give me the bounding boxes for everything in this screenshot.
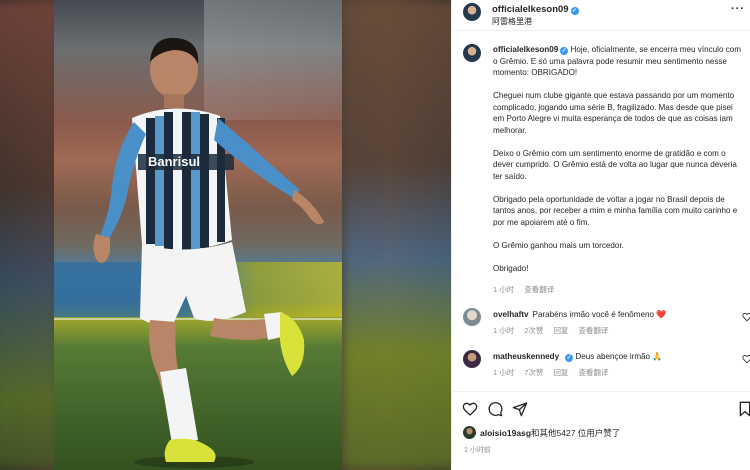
comment-likes[interactable]: 7次赞 xyxy=(524,368,543,377)
action-bar xyxy=(452,393,750,423)
caption-paragraph-5: O Grêmio ganhou mais um torcedor. xyxy=(493,240,624,250)
caption-meta: 1 小时 查看翻译 xyxy=(493,284,564,295)
post-photo: Banrisul xyxy=(54,0,342,470)
comment-time: 1 小时 xyxy=(493,368,515,377)
owner-username-row[interactable]: officialelkeson09 ✓ xyxy=(492,4,579,15)
caption-avatar[interactable] xyxy=(463,44,481,62)
post-panel: officialelkeson09 ✓ 阿雷格里港 ··· officialelk… xyxy=(451,0,750,470)
liker-username[interactable]: aloisio19asg xyxy=(480,428,531,438)
caption-paragraph-1: officialelkeson09 ✓ Hoje, oficialmente, s… xyxy=(493,44,745,79)
liker-avatar[interactable] xyxy=(463,426,476,439)
comment-avatar[interactable] xyxy=(463,350,481,368)
comment-likes[interactable]: 2次赞 xyxy=(524,326,543,335)
comment-text: Parabéns irmão você é fenômeno xyxy=(532,310,655,319)
comment-row: matheuskennedy ✓ Deus abençoe irmão 🙏 xyxy=(493,351,662,362)
heart-emoji: ❤️ xyxy=(656,310,667,319)
media-blur-right xyxy=(342,0,451,470)
bookmark-icon[interactable] xyxy=(737,401,750,417)
caption-paragraph-4: Obrigado pela oportunidade de voltar a j… xyxy=(493,194,738,227)
owner-avatar[interactable] xyxy=(463,3,481,21)
caption-see-translation[interactable]: 查看翻译 xyxy=(524,285,554,294)
comments-scroll-area[interactable]: officialelkeson09 ✓ Hoje, oficialmente, s… xyxy=(452,32,750,391)
comment-avatar[interactable] xyxy=(463,308,481,326)
caption-paragraph-6: Obrigado! xyxy=(493,263,529,273)
comment-meta: 1 小时 2次赞 回复 查看翻译 xyxy=(493,325,618,336)
football-player-figure: Banrisul xyxy=(93,37,324,468)
share-icon[interactable] xyxy=(512,401,528,417)
caption-username[interactable]: officialelkeson09 xyxy=(493,45,558,54)
comment-icon[interactable] xyxy=(487,401,503,417)
pray-emoji: 🙏 xyxy=(652,352,663,361)
media-blur-left xyxy=(0,0,60,470)
svg-text:Banrisul: Banrisul xyxy=(148,154,200,169)
post-media[interactable]: Banrisul xyxy=(0,0,451,470)
caption-paragraph-2: Cheguei num clube gigante que estava pas… xyxy=(493,91,735,135)
caption-verified-badge-icon: ✓ xyxy=(560,47,569,55)
more-options-icon[interactable]: ··· xyxy=(731,3,745,15)
caption-time: 1 小时 xyxy=(493,285,515,294)
comment-text: Deus abençoe irmão xyxy=(575,352,651,361)
caption-paragraph-3: Deixo o Grêmio com um sentimento enorme … xyxy=(493,148,737,181)
comment-see-translation[interactable]: 查看翻译 xyxy=(578,368,608,377)
commenter-verified-badge-icon: ✓ xyxy=(565,354,574,362)
comment-see-translation[interactable]: 查看翻译 xyxy=(578,326,608,335)
comment-username[interactable]: ovelhaftv xyxy=(493,310,529,319)
comment-reply[interactable]: 回复 xyxy=(553,326,568,335)
post-timestamp: 1 小时前 xyxy=(464,447,491,454)
likes-rest[interactable]: 和其他5427 位用户赞了 xyxy=(531,428,620,438)
heart-icon[interactable] xyxy=(462,401,478,417)
likes-line[interactable]: aloisio19asg和其他5427 位用户赞了 xyxy=(480,427,620,439)
comment-like-heart-icon[interactable] xyxy=(742,312,750,322)
comment-meta: 1 小时 7次赞 回复 查看翻译 xyxy=(493,367,618,378)
post-header: officialelkeson09 ✓ 阿雷格里港 ··· xyxy=(452,0,750,31)
comment-like-heart-icon[interactable] xyxy=(742,354,750,364)
comment-reply[interactable]: 回复 xyxy=(553,368,568,377)
actions-divider xyxy=(452,391,750,392)
post-caption: officialelkeson09 ✓ Hoje, oficialmente, s… xyxy=(493,44,745,286)
owner-username[interactable]: officialelkeson09 xyxy=(492,4,569,15)
verified-badge-icon: ✓ xyxy=(570,7,579,15)
comment-username[interactable]: matheuskennedy xyxy=(493,352,559,361)
post-location[interactable]: 阿雷格里港 xyxy=(492,16,532,27)
comment-row: ovelhaftv Parabéns irmão você é fenômeno … xyxy=(493,309,666,319)
comment-time: 1 小时 xyxy=(493,326,515,335)
